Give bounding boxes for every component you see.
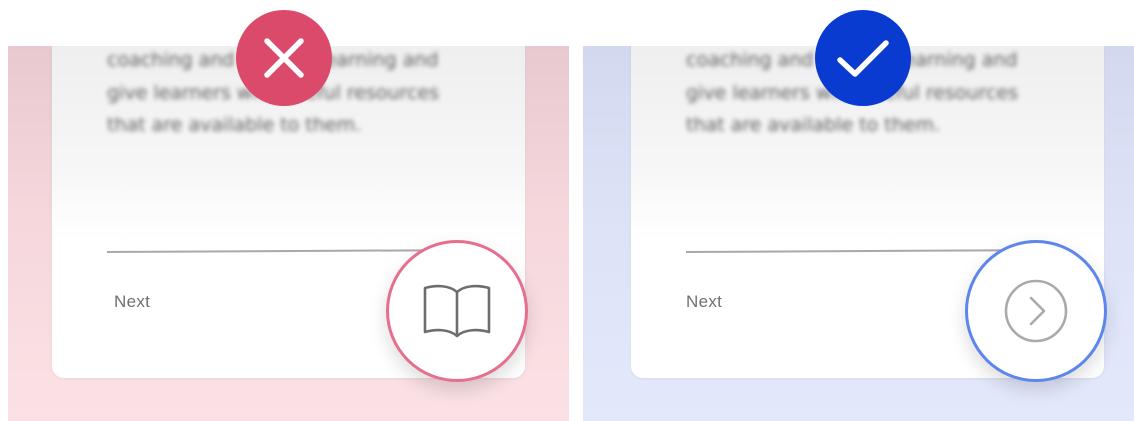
next-label: Next bbox=[114, 292, 151, 311]
next-fab-button[interactable] bbox=[965, 240, 1107, 382]
open-book-icon bbox=[423, 284, 491, 338]
checkmark-icon bbox=[837, 40, 889, 77]
close-icon bbox=[264, 38, 304, 78]
chevron-right-circle-icon bbox=[1004, 279, 1068, 343]
next-label: Next bbox=[686, 292, 723, 311]
correct-badge bbox=[815, 10, 911, 106]
book-fab-button[interactable] bbox=[386, 240, 528, 382]
incorrect-badge bbox=[236, 10, 332, 106]
